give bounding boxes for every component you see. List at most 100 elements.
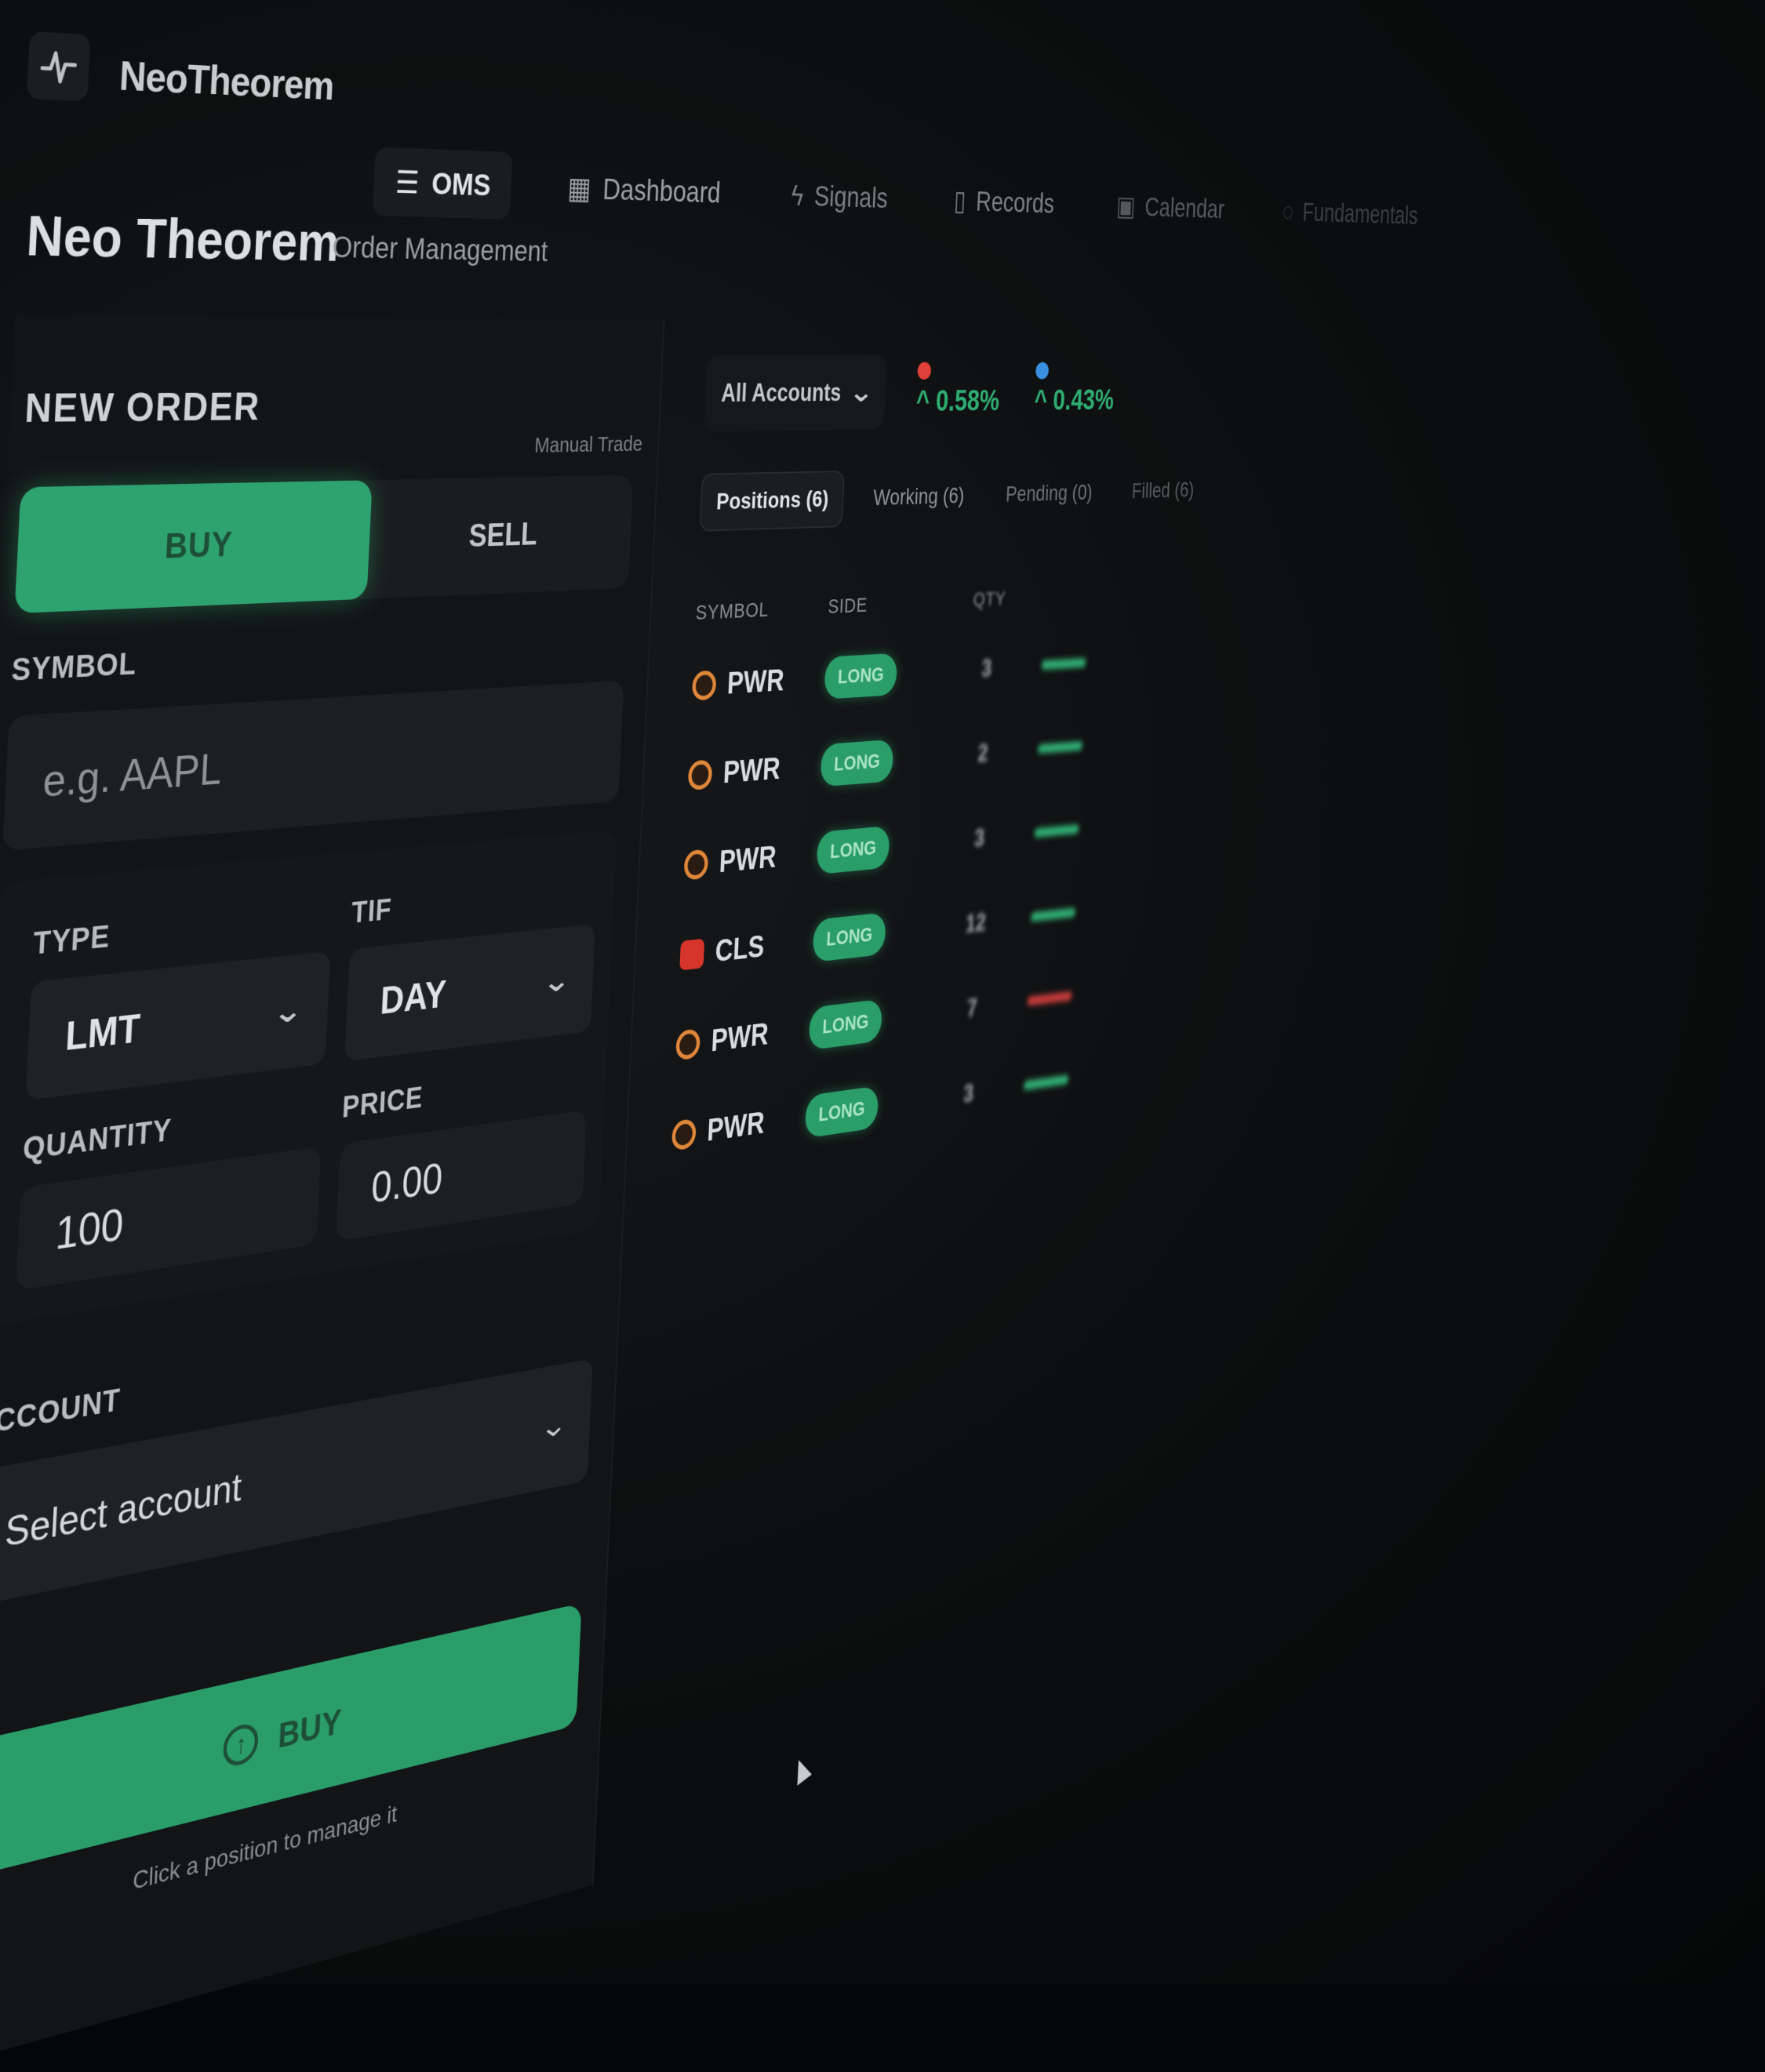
chevron-down-icon: ⌄ (542, 964, 572, 999)
ticker-change: ^ 0.43% (1033, 384, 1115, 417)
quantity-label: QUANTITY (22, 1113, 173, 1167)
page-subtitle: Order Management (331, 231, 549, 268)
tab-pending[interactable]: Pending (0) (992, 467, 1106, 521)
manual-trade-label: Manual Trade (533, 432, 643, 458)
pwr-logo-icon (671, 1118, 697, 1151)
nav-records[interactable]: ▯ Records (935, 169, 1072, 234)
type-select[interactable]: LMT ⌄ (25, 951, 331, 1101)
info-icon: ◌ (1282, 196, 1294, 226)
qty-cell: 2 (977, 739, 989, 767)
pwr-logo-icon (683, 849, 709, 881)
symbol-label: SYMBOL (10, 646, 138, 688)
symbol-placeholder: e.g. AAPL (42, 743, 223, 807)
accounts-filter[interactable]: All Accounts ⌄ (704, 354, 887, 432)
buy-toggle-button[interactable]: BUY (14, 480, 373, 614)
side-toggle: BUY SELL (14, 474, 634, 614)
pnl-bar (1038, 740, 1083, 754)
tab-positions[interactable]: Positions (6) (699, 471, 845, 532)
pnl-bar (1041, 658, 1086, 671)
pnl-bar (1034, 824, 1079, 838)
quantity-input[interactable]: 100 (16, 1146, 322, 1291)
qty-cell: 12 (965, 908, 987, 938)
symbol-cell: PWR (675, 1012, 810, 1063)
pnl-bar (1027, 991, 1072, 1006)
pnl-cell (1009, 1073, 1083, 1092)
nav-dashboard[interactable]: ▦ Dashboard (546, 154, 741, 226)
symbol-input[interactable]: e.g. AAPL (2, 680, 624, 851)
tab-filled[interactable]: Filled (6) (1119, 464, 1207, 517)
ticker-item[interactable]: ^ 0.58% (915, 362, 1001, 419)
ticker-name-row (1035, 362, 1115, 380)
pwr-logo-icon (691, 670, 717, 701)
account-label: ACCOUNT (0, 1383, 122, 1444)
header-qty: QTY (973, 587, 1006, 612)
nav-fundamentals[interactable]: ◌ Fundamentals (1266, 182, 1433, 244)
price-input[interactable]: 0.00 (336, 1110, 588, 1241)
file-icon: ▯ (953, 184, 967, 216)
tif-value: DAY (379, 972, 448, 1023)
nav-calendar[interactable]: ▣ Calendar (1099, 175, 1241, 238)
pnl-bar (1023, 1074, 1069, 1091)
grid-icon: ▦ (566, 170, 592, 205)
side-badge: LONG (804, 1085, 879, 1139)
symbol-text: CLS (714, 929, 766, 969)
side-cell: LONG (820, 736, 943, 787)
account-placeholder: Select account (3, 1464, 243, 1557)
type-label: TYPE (32, 919, 111, 961)
symbol-text: PWR (722, 751, 781, 791)
screen: NeoTheorem ☰ OMS ▦ Dashboard ϟ Signals ▯… (0, 0, 1765, 2072)
quantity-value: 100 (54, 1198, 126, 1260)
ticker-name-row (917, 362, 1001, 380)
qty-cell: 3 (973, 823, 985, 852)
symbol-text: PWR (726, 663, 785, 701)
calendar-icon: ▣ (1115, 190, 1137, 222)
symbol-cell: PWR (671, 1100, 806, 1154)
side-badge: LONG (816, 825, 890, 875)
submit-label: BUY (277, 1701, 343, 1756)
order-params-group: TYPE TIF LMT ⌄ DAY ⌄ QUANTITY PRICE 100 … (0, 829, 617, 1329)
top-nav: ☰ OMS ▦ Dashboard ϟ Signals ▯ Records ▣ … (372, 147, 1433, 244)
symbol-cell: PWR (691, 661, 826, 703)
nav-signals[interactable]: ϟ Signals (771, 163, 907, 230)
positions-table: SYMBOL SIDE QTY PWR LONG 3 PWR LONG 2 PWR LONG 3… (670, 559, 1343, 1182)
bolt-icon: ϟ (790, 178, 805, 212)
side-cell: LONG (824, 650, 947, 700)
ticker-item[interactable]: ^ 0.43% (1034, 362, 1115, 417)
side-badge: LONG (808, 998, 883, 1051)
pnl-cell (1027, 657, 1101, 671)
symbol-cell: PWR (687, 749, 821, 794)
side-badge: LONG (824, 652, 897, 700)
panel-title: NEW ORDER (24, 384, 262, 431)
side-badge: LONG (820, 739, 894, 787)
side-cell: LONG (812, 907, 936, 963)
qty-cell: 3 (981, 654, 992, 682)
pnl-cell (1012, 989, 1086, 1008)
nav-label: Dashboard (602, 172, 722, 209)
sell-toggle-button[interactable]: SELL (366, 475, 633, 599)
pwr-logo-icon (687, 759, 713, 791)
pnl-cell (1020, 823, 1094, 838)
tif-label: TIF (351, 892, 393, 930)
chevron-down-icon: ⌄ (271, 993, 305, 1031)
accounts-value: All Accounts (720, 378, 842, 408)
nav-oms[interactable]: ☰ OMS (372, 147, 513, 220)
pwr-logo-icon (675, 1028, 701, 1061)
tab-working[interactable]: Working (6) (858, 469, 978, 525)
brand-name: NeoTheorem (118, 53, 335, 109)
list-icon: ☰ (395, 164, 420, 201)
nav-label: Calendar (1144, 191, 1225, 224)
ticker-logo-icon (1035, 362, 1050, 380)
symbol-text: PWR (718, 839, 777, 880)
pnl-cell (1023, 740, 1097, 755)
arrow-up-circle-icon: ↑ (222, 1721, 260, 1769)
symbol-text: PWR (710, 1016, 770, 1059)
ticker-logo-icon (917, 362, 932, 380)
logo[interactable] (26, 31, 91, 102)
price-value: 0.00 (370, 1153, 444, 1212)
qty-cell: 3 (963, 1078, 974, 1108)
nav-label: Records (975, 185, 1055, 219)
side-cell: LONG (816, 821, 940, 875)
side-cell: LONG (804, 1078, 929, 1139)
header-side: SIDE (827, 594, 868, 619)
tif-select[interactable]: DAY ⌄ (344, 924, 595, 1062)
